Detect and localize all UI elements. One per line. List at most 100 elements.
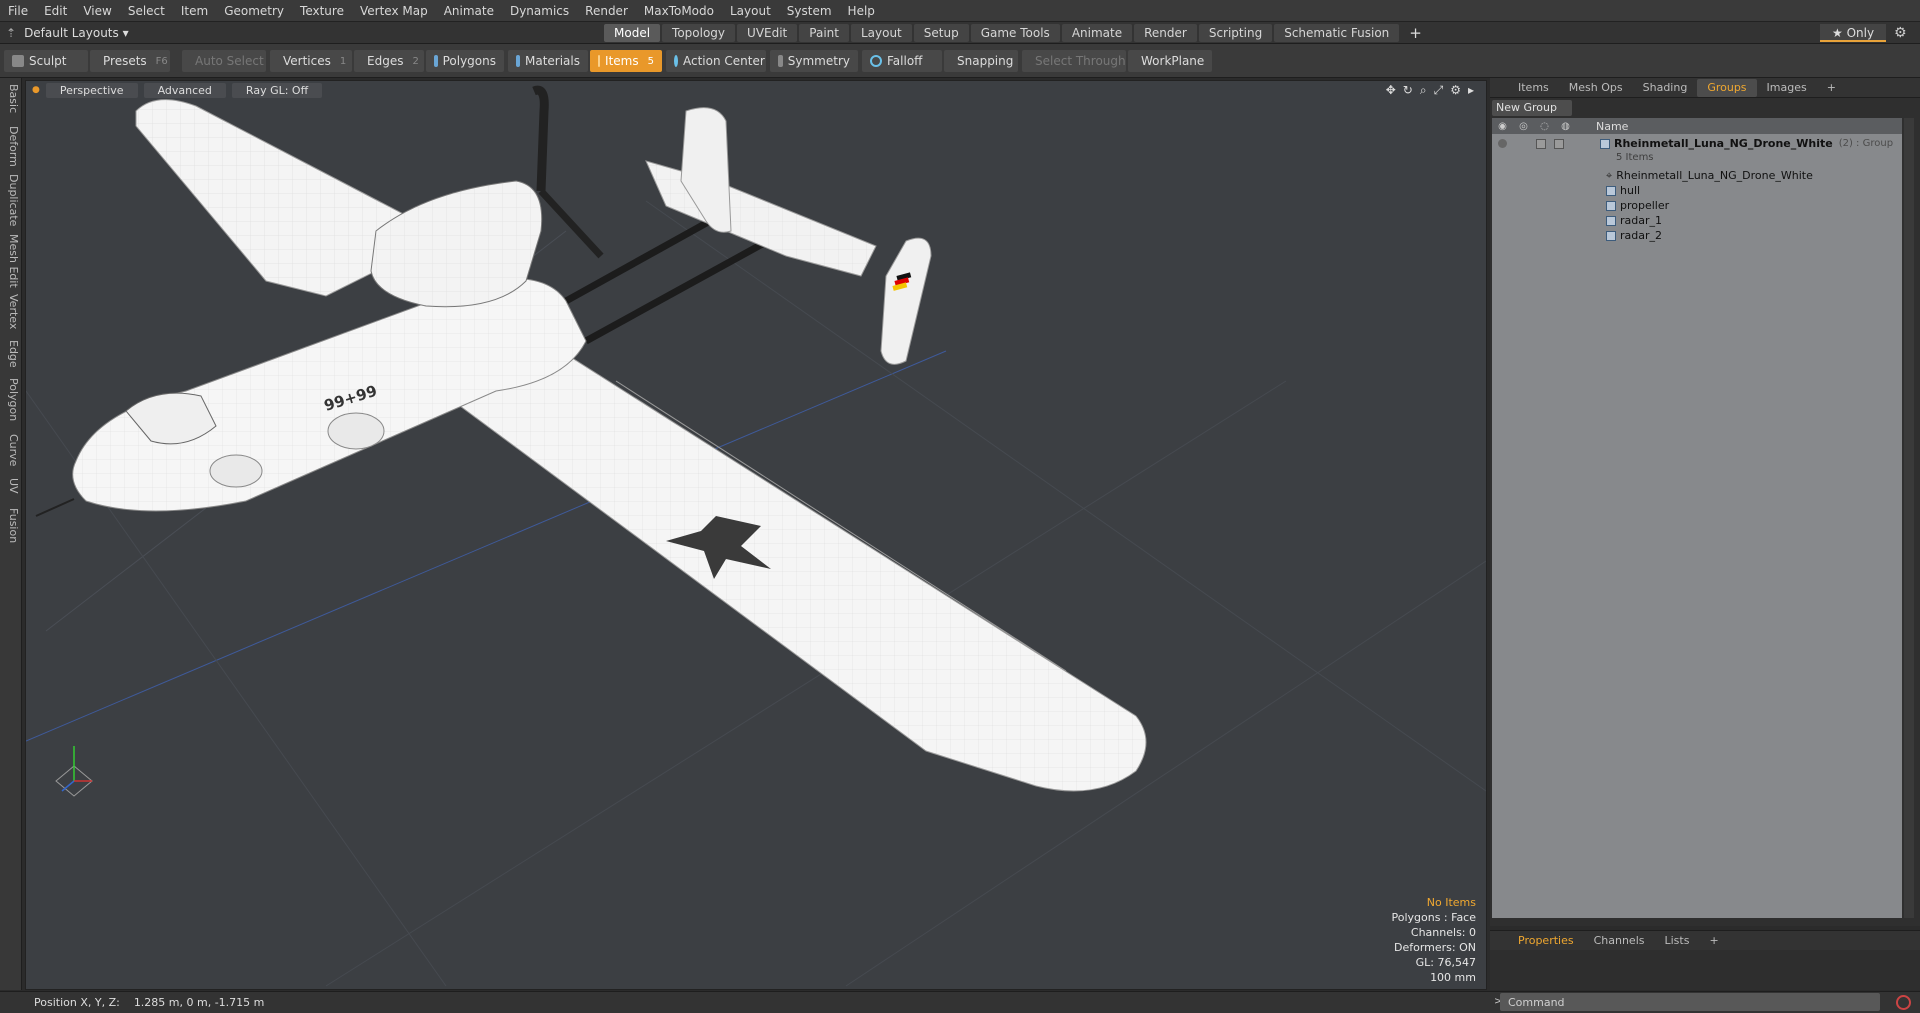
tab-paint[interactable]: Paint	[799, 24, 849, 42]
vtab-mesh-edit[interactable]: Mesh Edit	[2, 234, 20, 288]
layout-selector[interactable]: ⇡ Default Layouts ▾	[6, 24, 129, 42]
falloff-button[interactable]: Falloff	[862, 50, 942, 72]
menu-maxtomodo[interactable]: MaxToModo	[636, 0, 722, 22]
viewport-menu-icon[interactable]: ●	[32, 85, 40, 95]
symmetry-button[interactable]: Symmetry	[770, 50, 858, 72]
lock-col-icon[interactable]: ◌	[1534, 121, 1555, 132]
tree-item-propeller[interactable]: propeller	[1492, 198, 1902, 213]
stop-icon[interactable]	[1896, 995, 1911, 1010]
symmetry-icon	[778, 55, 783, 67]
tab-game-tools[interactable]: Game Tools	[970, 24, 1060, 42]
name-column-header[interactable]: Name	[1596, 120, 1628, 133]
only-button[interactable]: ★ Only	[1820, 24, 1887, 42]
3d-viewport[interactable]: 99+99 ● Perspective Advanced Ray GL: Off…	[25, 80, 1487, 990]
action-center-button[interactable]: Action Center	[666, 50, 766, 72]
render-col-icon[interactable]: ◎	[1513, 121, 1534, 132]
materials-button[interactable]: Materials	[508, 50, 588, 72]
select-checkbox[interactable]	[1554, 139, 1564, 149]
zoom-icon[interactable]: ⌕	[1420, 83, 1427, 98]
menu-file[interactable]: File	[0, 0, 36, 22]
visibility-col-icon[interactable]: ◉	[1492, 121, 1513, 132]
tab-render[interactable]: Render	[1134, 24, 1197, 42]
menu-animate[interactable]: Animate	[436, 0, 502, 22]
viewport-expand-icon[interactable]: ▸	[1468, 83, 1474, 98]
vtab-basic[interactable]: Basic	[2, 84, 20, 113]
eye-icon[interactable]	[1498, 139, 1507, 148]
viewport-settings-icon[interactable]: ⚙	[1450, 83, 1461, 98]
tree-item-radar-2[interactable]: radar_2	[1492, 228, 1902, 243]
tab-items[interactable]: Items	[1508, 79, 1559, 97]
menu-item[interactable]: Item	[173, 0, 216, 22]
menu-layout[interactable]: Layout	[722, 0, 779, 22]
edges-button[interactable]: Edges 2	[354, 50, 424, 72]
select-col-icon[interactable]: ◍	[1555, 121, 1576, 132]
pan-icon[interactable]: ✥	[1386, 83, 1396, 98]
gear-icon[interactable]: ⚙	[1894, 25, 1907, 41]
add-tab-icon[interactable]: +	[1401, 24, 1430, 42]
menu-help[interactable]: Help	[840, 0, 883, 22]
falloff-icon	[870, 55, 882, 67]
mesh-icon	[1606, 230, 1616, 241]
menu-texture[interactable]: Texture	[292, 0, 352, 22]
vertices-button[interactable]: Vertices 1	[270, 50, 352, 72]
add-panel-tab-icon[interactable]: +	[1817, 79, 1846, 97]
polygons-button[interactable]: Polygons	[426, 50, 504, 72]
menu-vertex-map[interactable]: Vertex Map	[352, 0, 436, 22]
vtab-uv[interactable]: UV	[2, 478, 20, 494]
menu-system[interactable]: System	[779, 0, 840, 22]
view-mode-button[interactable]: Perspective	[45, 82, 138, 98]
sculpt-button[interactable]: Sculpt	[4, 50, 88, 72]
tree-scrollbar[interactable]	[1904, 118, 1914, 918]
tab-images[interactable]: Images	[1757, 79, 1817, 97]
tab-setup[interactable]: Setup	[913, 24, 969, 42]
tab-animate[interactable]: Animate	[1061, 24, 1133, 42]
tab-model[interactable]: Model	[604, 24, 661, 42]
vtab-polygon[interactable]: Polygon	[2, 378, 20, 421]
layout-dropdown[interactable]: Default Layouts ▾	[24, 26, 129, 40]
tab-scripting[interactable]: Scripting	[1198, 24, 1273, 42]
shading-mode-button[interactable]: Advanced	[143, 82, 226, 98]
snapping-button[interactable]: Snapping	[944, 50, 1018, 72]
tab-properties[interactable]: Properties	[1508, 934, 1584, 947]
tree-item-locator[interactable]: ⌖ Rheinmetall_Luna_NG_Drone_White	[1492, 168, 1902, 183]
workplane-button[interactable]: WorkPlane	[1128, 50, 1212, 72]
vtab-vertex[interactable]: Vertex	[2, 294, 20, 329]
tab-layout[interactable]: Layout	[850, 24, 912, 42]
presets-button[interactable]: Presets F6	[90, 50, 170, 72]
tab-shading[interactable]: Shading	[1633, 79, 1698, 97]
vtab-curve[interactable]: Curve	[2, 434, 20, 466]
raygl-button[interactable]: Ray GL: Off	[231, 82, 323, 98]
tree-item-hull[interactable]: hull	[1492, 183, 1902, 198]
items-button[interactable]: Items 5	[590, 50, 662, 72]
lock-checkbox[interactable]	[1536, 139, 1546, 149]
new-group-button[interactable]: New Group	[1492, 100, 1572, 116]
fit-icon[interactable]: ⤢	[1434, 83, 1444, 98]
vtab-deform[interactable]: Deform	[2, 126, 20, 167]
auto-select-button[interactable]: Auto Select	[182, 50, 266, 72]
tab-groups[interactable]: Groups	[1697, 78, 1757, 97]
command-input[interactable]	[1500, 993, 1880, 1011]
item-name: Rheinmetall_Luna_NG_Drone_White	[1616, 169, 1813, 182]
tab-schematic-fusion[interactable]: Schematic Fusion	[1274, 24, 1400, 42]
menu-view[interactable]: View	[75, 0, 119, 22]
vtab-fusion[interactable]: Fusion	[2, 508, 20, 543]
tab-channels[interactable]: Channels	[1584, 934, 1655, 947]
menu-render[interactable]: Render	[577, 0, 636, 22]
vtab-edge[interactable]: Edge	[2, 340, 20, 368]
item-name: radar_2	[1620, 229, 1663, 242]
menu-geometry[interactable]: Geometry	[216, 0, 292, 22]
tab-lists[interactable]: Lists	[1655, 934, 1700, 947]
tab-topology[interactable]: Topology	[662, 24, 736, 42]
select-through-button[interactable]: Select Through	[1022, 50, 1126, 72]
tree-item-radar-1[interactable]: radar_1	[1492, 213, 1902, 228]
menu-edit[interactable]: Edit	[36, 0, 75, 22]
group-row[interactable]: Rheinmetall_Luna_NG_Drone_White (2) : Gr…	[1492, 136, 1902, 151]
tab-mesh-ops[interactable]: Mesh Ops	[1559, 79, 1633, 97]
tab-uvedit[interactable]: UVEdit	[737, 24, 798, 42]
menu-dynamics[interactable]: Dynamics	[502, 0, 577, 22]
collapse-icon[interactable]: ⇡	[6, 26, 16, 40]
add-properties-tab-icon[interactable]: +	[1699, 934, 1728, 947]
vtab-duplicate[interactable]: Duplicate	[2, 174, 20, 226]
rotate-icon[interactable]: ↻	[1403, 83, 1413, 98]
menu-select[interactable]: Select	[120, 0, 173, 22]
